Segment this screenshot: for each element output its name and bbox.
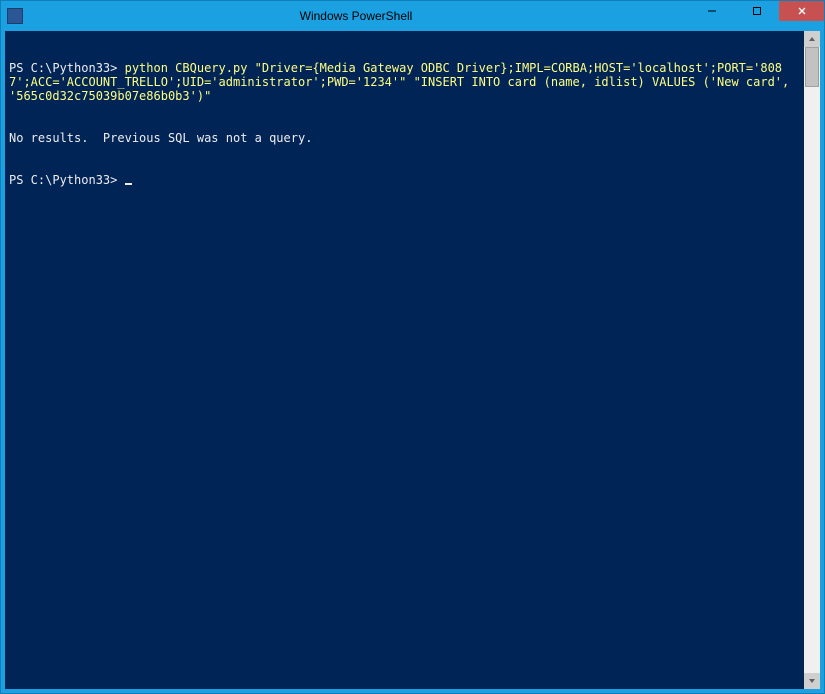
app-window: Windows PowerShell PS C:\Python33> pytho… [0,0,825,694]
titlebar-left [7,8,23,24]
cursor-icon [125,183,132,185]
console-line: PS C:\Python33> python CBQuery.py "Drive… [9,61,798,103]
console-content: PS C:\Python33> python CBQuery.py "Drive… [9,33,816,215]
maximize-button[interactable] [734,1,779,21]
scroll-down-arrow-icon[interactable] [804,673,820,689]
minimize-button[interactable] [689,1,734,21]
prompt-text: PS C:\Python33> [9,61,125,75]
powershell-icon [7,8,23,24]
window-title: Windows PowerShell [23,9,689,23]
output-line: No results. Previous SQL was not a query… [9,131,798,145]
window-client-area: PS C:\Python33> python CBQuery.py "Drive… [5,31,820,689]
close-button[interactable] [779,1,824,21]
prompt-text: PS C:\Python33> [9,173,125,187]
console-line: PS C:\Python33> [9,173,798,187]
scroll-track[interactable] [804,47,820,673]
titlebar-controls [689,1,824,31]
command-text: python CBQuery.py "Driver={Media Gateway… [9,61,797,103]
scroll-thumb[interactable] [805,47,819,87]
titlebar[interactable]: Windows PowerShell [1,1,824,31]
console-area[interactable]: PS C:\Python33> python CBQuery.py "Drive… [5,31,820,689]
vertical-scrollbar[interactable] [804,31,820,689]
scroll-up-arrow-icon[interactable] [804,31,820,47]
